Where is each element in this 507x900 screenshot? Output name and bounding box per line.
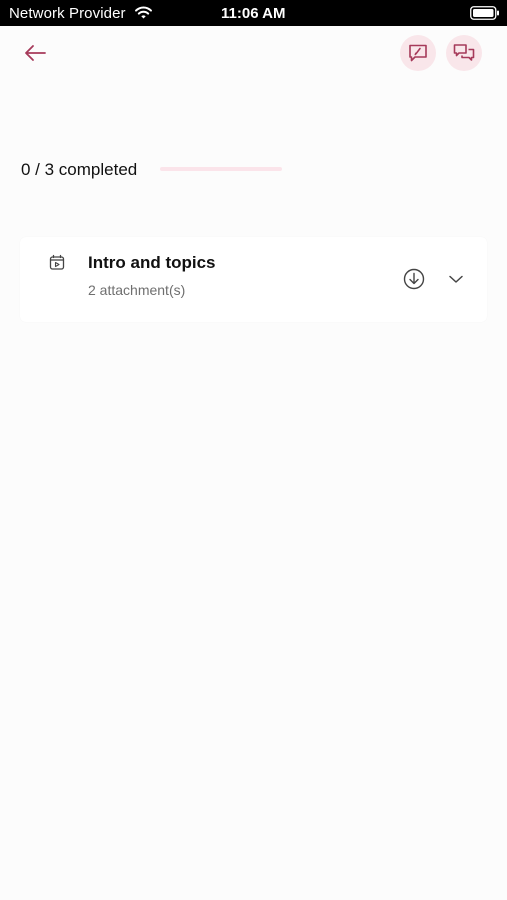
status-time: 11:06 AM	[221, 5, 286, 22]
back-button[interactable]	[18, 36, 52, 70]
module-attachment-count: 2 attachment(s)	[88, 282, 186, 298]
arrow-left-icon	[25, 45, 46, 61]
module-card[interactable]: Intro and topics 2 attachment(s)	[20, 237, 487, 322]
module-title: Intro and topics	[88, 253, 216, 272]
progress-bar	[160, 167, 282, 171]
chevron-down-icon[interactable]	[446, 270, 466, 288]
chat-bubbles-icon	[453, 44, 475, 61]
progress-label: 0 / 3 completed	[21, 160, 138, 179]
wifi-icon	[135, 6, 152, 19]
chat-button[interactable]	[446, 35, 482, 71]
status-bar: Network Provider 11:06 AM	[0, 0, 507, 26]
battery-icon	[470, 6, 499, 20]
feedback-button[interactable]	[400, 35, 436, 71]
feedback-icon	[409, 44, 427, 62]
carrier-name: Network Provider	[9, 5, 126, 22]
video-calendar-icon	[49, 254, 65, 270]
download-circle-icon[interactable]	[402, 267, 426, 291]
